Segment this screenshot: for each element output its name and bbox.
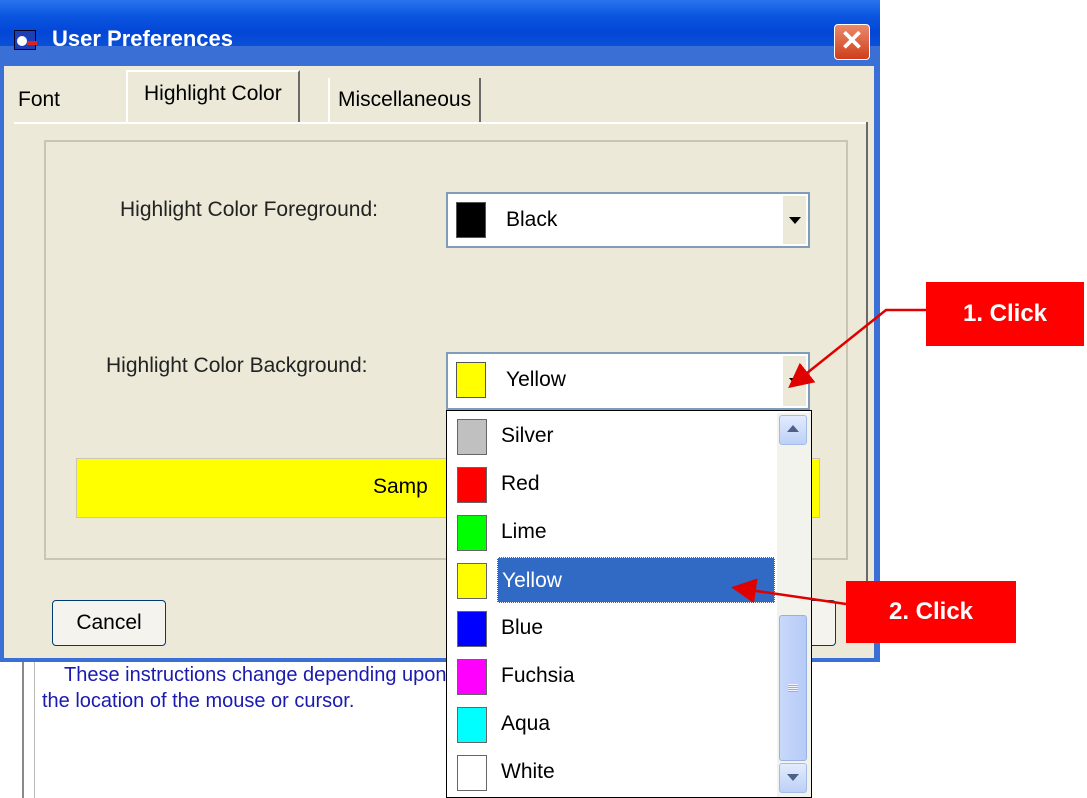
dropdown-item-label: Red	[501, 472, 540, 495]
dropdown-item-red[interactable]: Red	[447, 461, 777, 509]
background-color-dropdown-list[interactable]: Silver Red Lime Yellow Blue Fuchsia Aqua…	[446, 410, 812, 798]
background-color-select[interactable]: Yellow	[446, 352, 810, 410]
dropdown-scrollbar[interactable]	[777, 413, 811, 797]
tab-font-label: Font	[18, 88, 61, 111]
background-label: Highlight Color Background:	[106, 354, 368, 377]
dropdown-item-aqua[interactable]: Aqua	[447, 701, 777, 749]
title-bar[interactable]: User Preferences ✕	[0, 0, 880, 60]
tab-highlight-color[interactable]: Highlight Color	[126, 70, 300, 124]
scroll-down-icon[interactable]	[779, 763, 807, 793]
background-swatch	[456, 362, 486, 398]
window-title: User Preferences	[52, 26, 234, 51]
cancel-button[interactable]: Cancel	[52, 600, 166, 646]
dropdown-item-blue[interactable]: Blue	[447, 605, 777, 653]
tab-panel-border-right	[866, 122, 868, 588]
dropdown-item-label: Lime	[501, 520, 547, 543]
foreground-swatch	[456, 202, 486, 238]
step-2-callout: 2. Click	[846, 581, 1016, 643]
sample-text: Samp	[373, 475, 428, 498]
close-button[interactable]: ✕	[834, 24, 870, 60]
silver-swatch	[457, 419, 487, 455]
yellow-swatch	[457, 563, 487, 599]
scroll-up-icon[interactable]	[779, 415, 807, 445]
tab-highlight-color-label: Highlight Color	[144, 82, 282, 105]
scroll-thumb[interactable]	[779, 615, 807, 761]
blue-swatch	[457, 611, 487, 647]
step-1-callout: 1. Click	[926, 282, 1084, 346]
foreground-value: Black	[506, 208, 558, 231]
dropdown-item-label: Aqua	[501, 712, 551, 735]
fuchsia-swatch	[457, 659, 487, 695]
lime-swatch	[457, 515, 487, 551]
app-icon	[14, 30, 37, 50]
white-swatch	[457, 755, 487, 791]
red-swatch	[457, 467, 487, 503]
aqua-swatch	[457, 707, 487, 743]
dropdown-item-white[interactable]: White	[447, 749, 777, 797]
dropdown-item-label: Silver	[501, 424, 554, 447]
background-dropdown-arrow-icon[interactable]	[782, 356, 806, 406]
foreground-color-select[interactable]: Black	[446, 192, 810, 248]
tab-font[interactable]: Font	[10, 78, 68, 122]
dropdown-item-label: White	[501, 760, 555, 783]
tab-miscellaneous[interactable]: Miscellaneous	[328, 78, 482, 122]
tab-panel-border	[14, 122, 866, 124]
dropdown-item-label: Yellow	[497, 557, 775, 603]
help-text: These instructions change depending upon…	[42, 664, 447, 712]
tab-miscellaneous-label: Miscellaneous	[338, 88, 472, 111]
background-value: Yellow	[506, 368, 566, 391]
dropdown-item-fuchsia[interactable]: Fuchsia	[447, 653, 777, 701]
dropdown-item-yellow[interactable]: Yellow	[447, 557, 777, 605]
help-panel-border	[22, 655, 24, 798]
dropdown-item-label: Blue	[501, 616, 544, 639]
dropdown-item-lime[interactable]: Lime	[447, 509, 777, 557]
foreground-dropdown-arrow-icon[interactable]	[782, 196, 806, 244]
dropdown-item-silver[interactable]: Silver	[447, 413, 777, 461]
dropdown-item-label: Fuchsia	[501, 664, 575, 687]
foreground-label: Highlight Color Foreground:	[120, 198, 378, 221]
help-panel-border-inner	[34, 655, 35, 798]
